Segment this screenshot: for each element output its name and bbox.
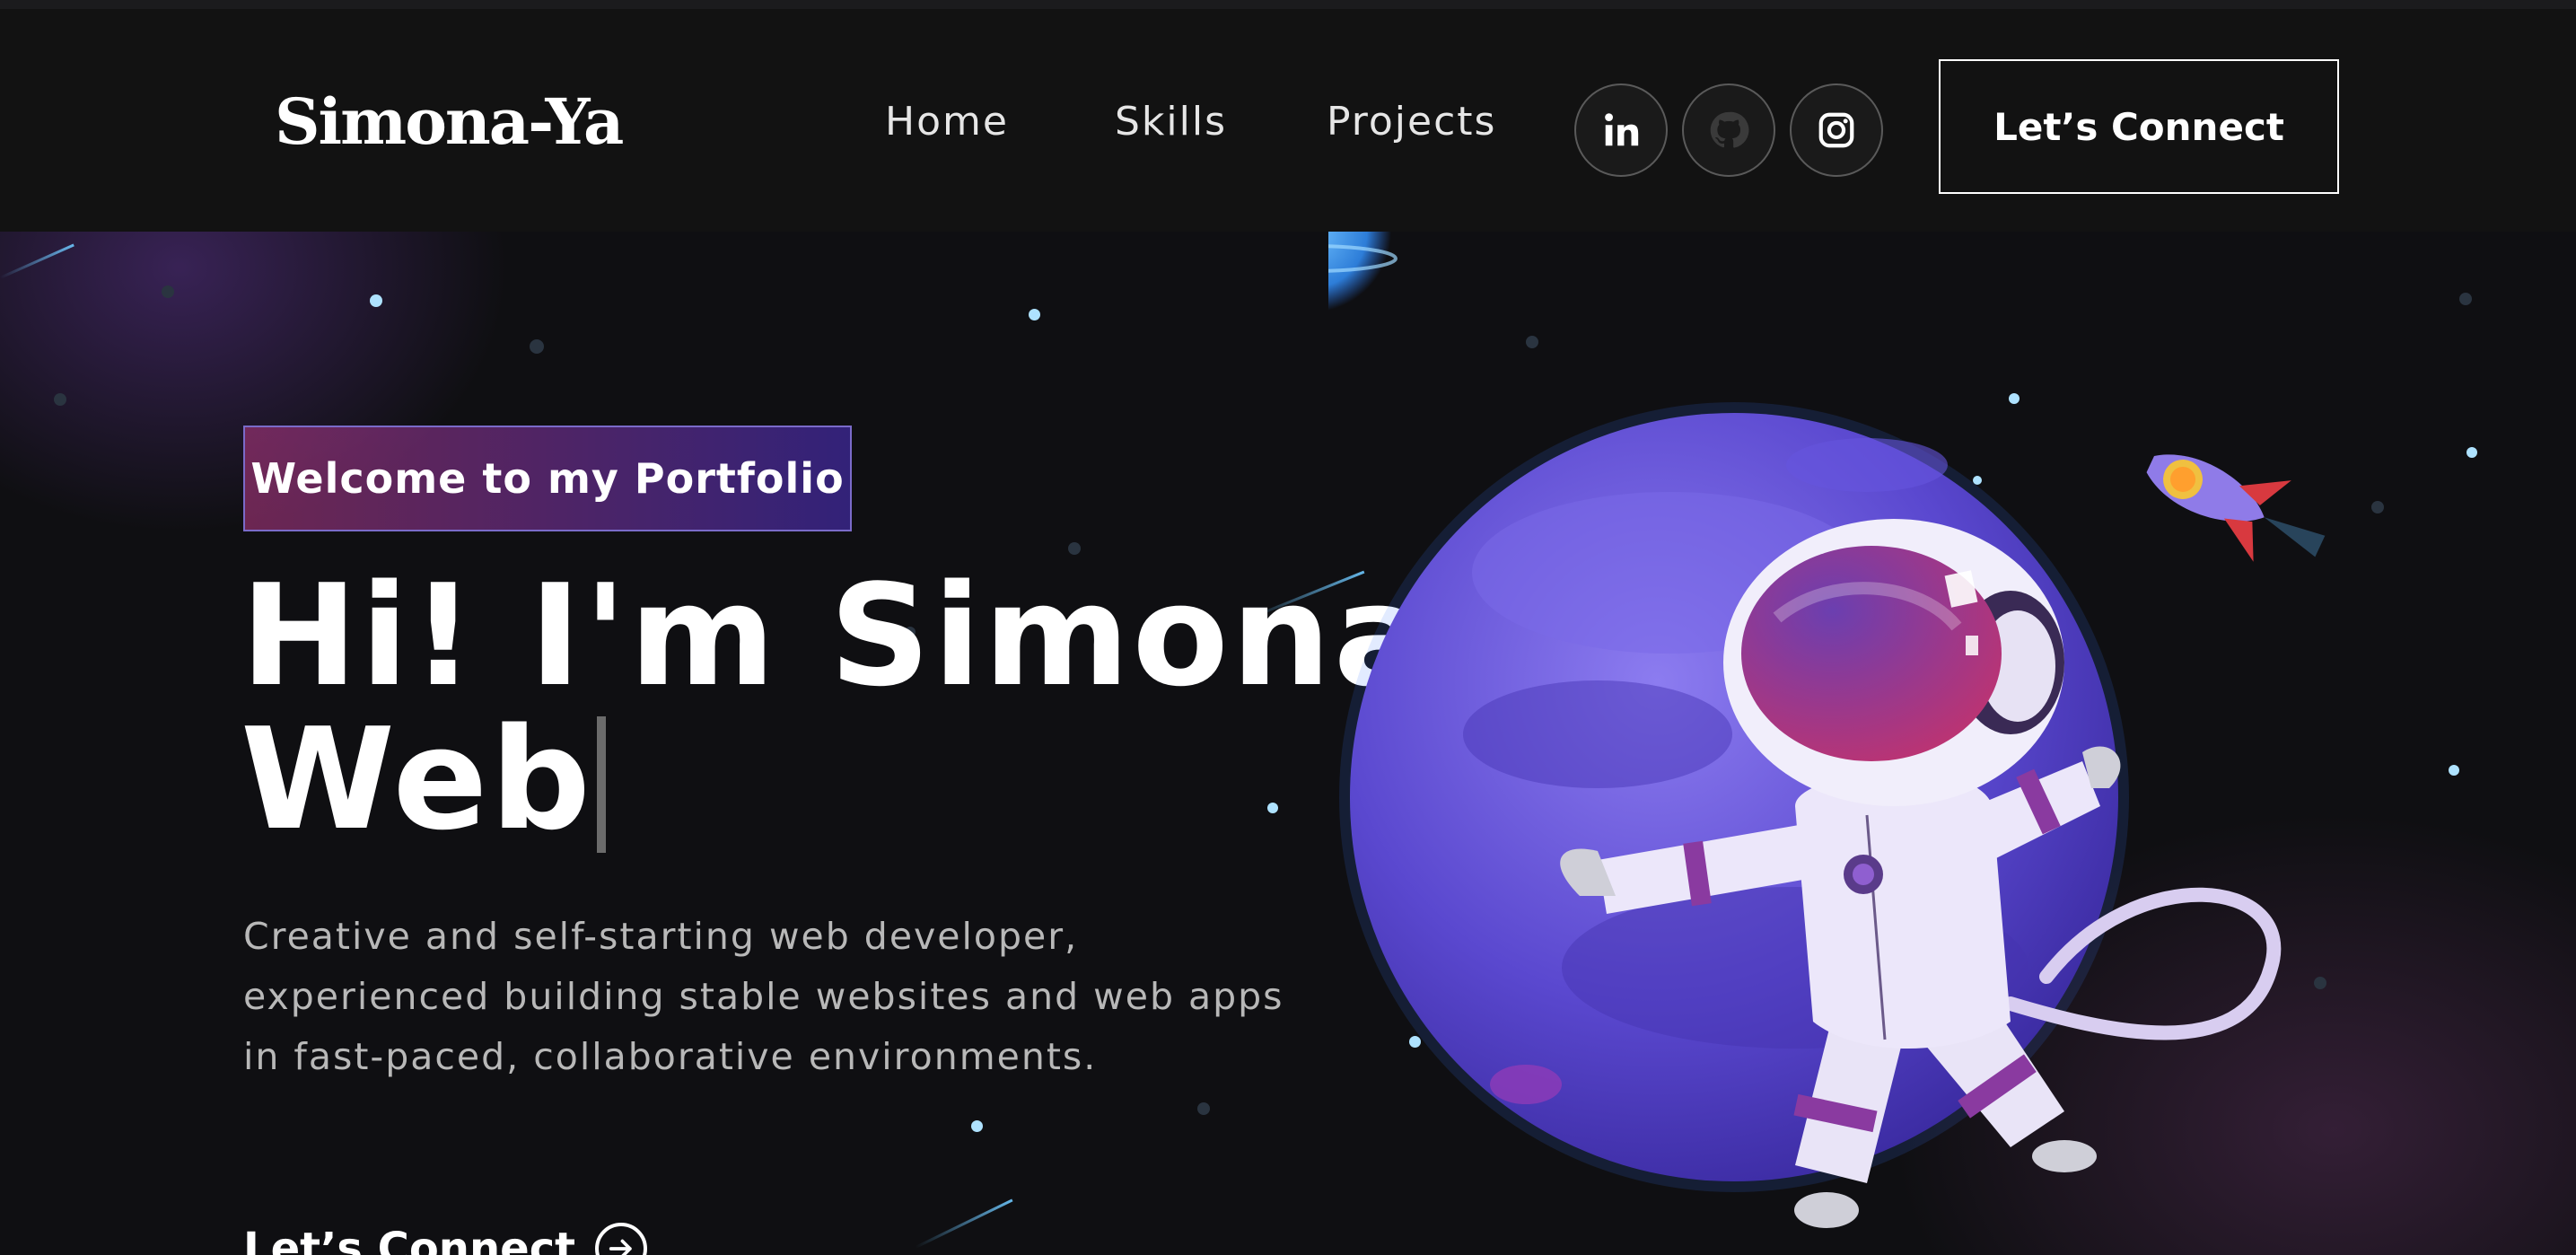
- typing-cursor: [596, 716, 606, 853]
- lets-connect-button[interactable]: Let’s Connect: [1939, 59, 2339, 194]
- instagram-icon: [1818, 112, 1854, 148]
- site-logo[interactable]: Simona-Ya: [275, 84, 624, 159]
- nav-link-skills[interactable]: Skills: [1115, 99, 1227, 145]
- nav-link-projects[interactable]: Projects: [1327, 99, 1496, 145]
- hero-description: Creative and self-starting web developer…: [243, 915, 1284, 1078]
- arrow-right-icon: [595, 1223, 648, 1255]
- dust-decoration: [162, 285, 174, 298]
- headline-line-1: Hi! I'm Simona: [241, 554, 1432, 717]
- small-planet: [1328, 232, 1398, 311]
- linkedin-button[interactable]: [1574, 83, 1668, 177]
- hero-section: Welcome to my Portfolio Hi! I'm Simona W…: [0, 232, 2576, 1255]
- rocket: [2146, 454, 2326, 562]
- welcome-tagline: Welcome to my Portfolio: [243, 426, 852, 531]
- github-icon: [1710, 111, 1749, 148]
- hero-connect-label: Let’s Connect: [243, 1224, 576, 1255]
- star-decoration: [2466, 447, 2477, 458]
- shooting-star-decoration: [915, 1198, 1013, 1249]
- dust-decoration: [54, 393, 66, 406]
- headline-typed-word: Web: [241, 698, 593, 861]
- star-decoration: [971, 1120, 983, 1132]
- dust-decoration: [2459, 293, 2472, 305]
- star-decoration: [2449, 765, 2459, 776]
- navbar: Simona-Ya Home Skills Projects Let’s Con…: [0, 9, 2576, 232]
- github-button[interactable]: [1682, 83, 1775, 177]
- shooting-star-decoration: [0, 243, 74, 279]
- hero-connect-link[interactable]: Let’s Connect: [243, 1223, 648, 1255]
- nav-link-home[interactable]: Home: [885, 99, 1009, 145]
- headline-line-2: Web: [241, 707, 1354, 853]
- hero-headline: Hi! I'm Simona Web: [241, 554, 1432, 853]
- dust-decoration: [1068, 542, 1081, 555]
- dust-decoration: [530, 339, 544, 354]
- instagram-button[interactable]: [1790, 83, 1883, 177]
- star-decoration: [1029, 309, 1040, 320]
- linkedin-icon: [1605, 113, 1639, 146]
- dust-decoration: [1197, 1102, 1210, 1115]
- astronaut-illustration: [1328, 232, 2326, 1228]
- star-decoration: [370, 294, 382, 307]
